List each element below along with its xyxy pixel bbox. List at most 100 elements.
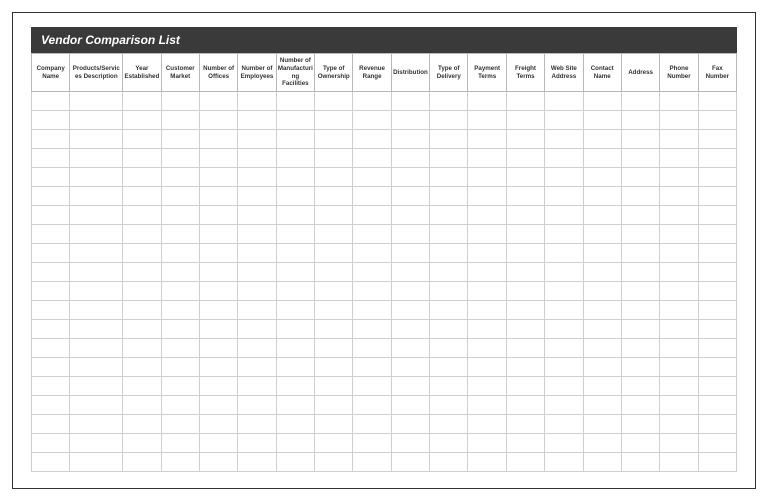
table-cell[interactable] [430,434,468,453]
table-cell[interactable] [391,453,429,472]
table-cell[interactable] [161,282,199,301]
table-cell[interactable] [238,415,276,434]
table-cell[interactable] [391,92,429,111]
table-cell[interactable] [238,396,276,415]
table-cell[interactable] [353,130,391,149]
table-cell[interactable] [353,111,391,130]
table-cell[interactable] [391,244,429,263]
table-cell[interactable] [468,453,506,472]
table-cell[interactable] [545,358,583,377]
table-cell[interactable] [276,225,314,244]
table-cell[interactable] [199,225,237,244]
table-cell[interactable] [353,244,391,263]
table-cell[interactable] [353,282,391,301]
table-cell[interactable] [583,92,621,111]
table-cell[interactable] [545,415,583,434]
table-cell[interactable] [660,415,698,434]
table-cell[interactable] [545,111,583,130]
table-cell[interactable] [238,453,276,472]
table-cell[interactable] [621,282,659,301]
table-cell[interactable] [199,168,237,187]
table-cell[interactable] [506,225,544,244]
table-cell[interactable] [123,453,161,472]
table-cell[interactable] [621,377,659,396]
table-cell[interactable] [70,282,123,301]
table-cell[interactable] [161,339,199,358]
table-cell[interactable] [161,415,199,434]
table-cell[interactable] [353,396,391,415]
table-cell[interactable] [468,301,506,320]
table-cell[interactable] [123,282,161,301]
table-cell[interactable] [276,111,314,130]
table-cell[interactable] [123,149,161,168]
table-cell[interactable] [238,149,276,168]
table-cell[interactable] [353,301,391,320]
table-cell[interactable] [583,111,621,130]
table-cell[interactable] [161,92,199,111]
table-cell[interactable] [621,206,659,225]
table-cell[interactable] [545,282,583,301]
table-cell[interactable] [276,377,314,396]
table-cell[interactable] [506,377,544,396]
table-cell[interactable] [123,377,161,396]
table-cell[interactable] [545,92,583,111]
table-cell[interactable] [70,111,123,130]
table-cell[interactable] [506,168,544,187]
table-cell[interactable] [430,339,468,358]
table-cell[interactable] [70,453,123,472]
table-cell[interactable] [545,206,583,225]
table-cell[interactable] [315,149,353,168]
table-cell[interactable] [660,111,698,130]
table-cell[interactable] [583,168,621,187]
table-cell[interactable] [545,453,583,472]
table-cell[interactable] [545,320,583,339]
table-cell[interactable] [123,263,161,282]
table-cell[interactable] [123,320,161,339]
table-cell[interactable] [391,111,429,130]
table-cell[interactable] [238,282,276,301]
table-cell[interactable] [276,92,314,111]
table-cell[interactable] [161,301,199,320]
table-cell[interactable] [199,187,237,206]
table-cell[interactable] [161,244,199,263]
table-cell[interactable] [315,282,353,301]
table-cell[interactable] [698,377,736,396]
table-cell[interactable] [391,301,429,320]
table-cell[interactable] [621,168,659,187]
table-cell[interactable] [468,339,506,358]
table-cell[interactable] [506,149,544,168]
table-cell[interactable] [276,282,314,301]
table-cell[interactable] [583,377,621,396]
table-cell[interactable] [583,206,621,225]
table-cell[interactable] [430,301,468,320]
table-cell[interactable] [315,244,353,263]
table-cell[interactable] [70,434,123,453]
table-cell[interactable] [583,225,621,244]
table-cell[interactable] [545,377,583,396]
table-cell[interactable] [315,339,353,358]
table-cell[interactable] [238,206,276,225]
table-cell[interactable] [353,415,391,434]
table-cell[interactable] [660,320,698,339]
table-cell[interactable] [123,415,161,434]
table-cell[interactable] [698,415,736,434]
table-cell[interactable] [506,206,544,225]
table-cell[interactable] [32,415,70,434]
table-cell[interactable] [315,320,353,339]
table-cell[interactable] [276,415,314,434]
table-cell[interactable] [660,263,698,282]
table-cell[interactable] [468,130,506,149]
table-cell[interactable] [391,168,429,187]
table-cell[interactable] [199,358,237,377]
table-cell[interactable] [621,320,659,339]
table-cell[interactable] [621,92,659,111]
table-cell[interactable] [315,206,353,225]
table-cell[interactable] [430,168,468,187]
table-cell[interactable] [32,92,70,111]
table-cell[interactable] [468,225,506,244]
table-cell[interactable] [238,130,276,149]
table-cell[interactable] [545,396,583,415]
table-cell[interactable] [276,168,314,187]
table-cell[interactable] [468,415,506,434]
table-cell[interactable] [430,92,468,111]
